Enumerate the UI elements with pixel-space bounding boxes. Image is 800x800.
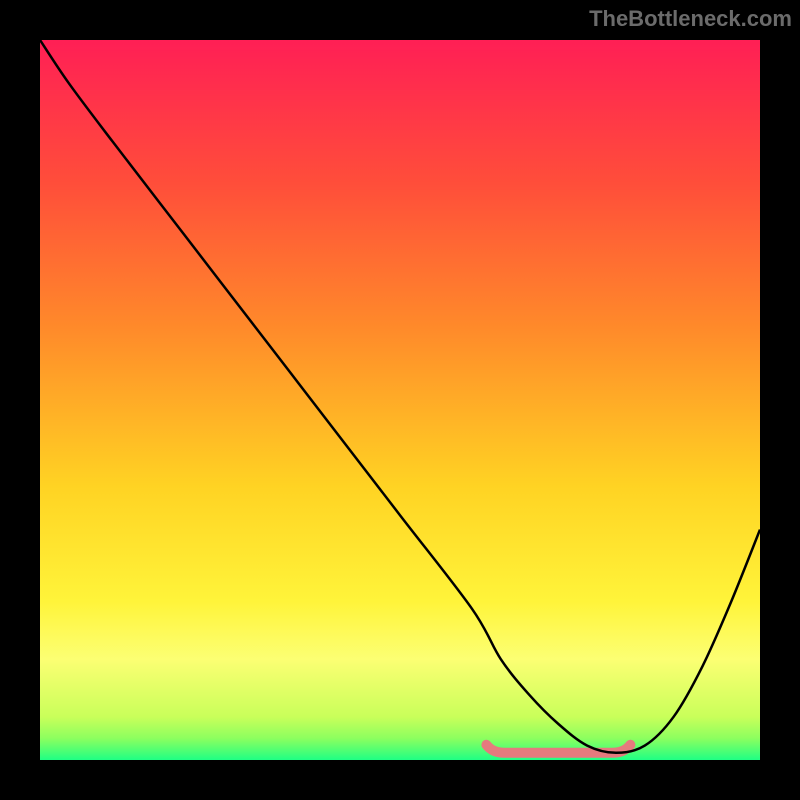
chart-frame: TheBottleneck.com bbox=[0, 0, 800, 800]
chart-background bbox=[40, 40, 760, 760]
plot-area bbox=[40, 40, 760, 760]
watermark-text: TheBottleneck.com bbox=[589, 6, 792, 32]
chart-svg bbox=[40, 40, 760, 760]
